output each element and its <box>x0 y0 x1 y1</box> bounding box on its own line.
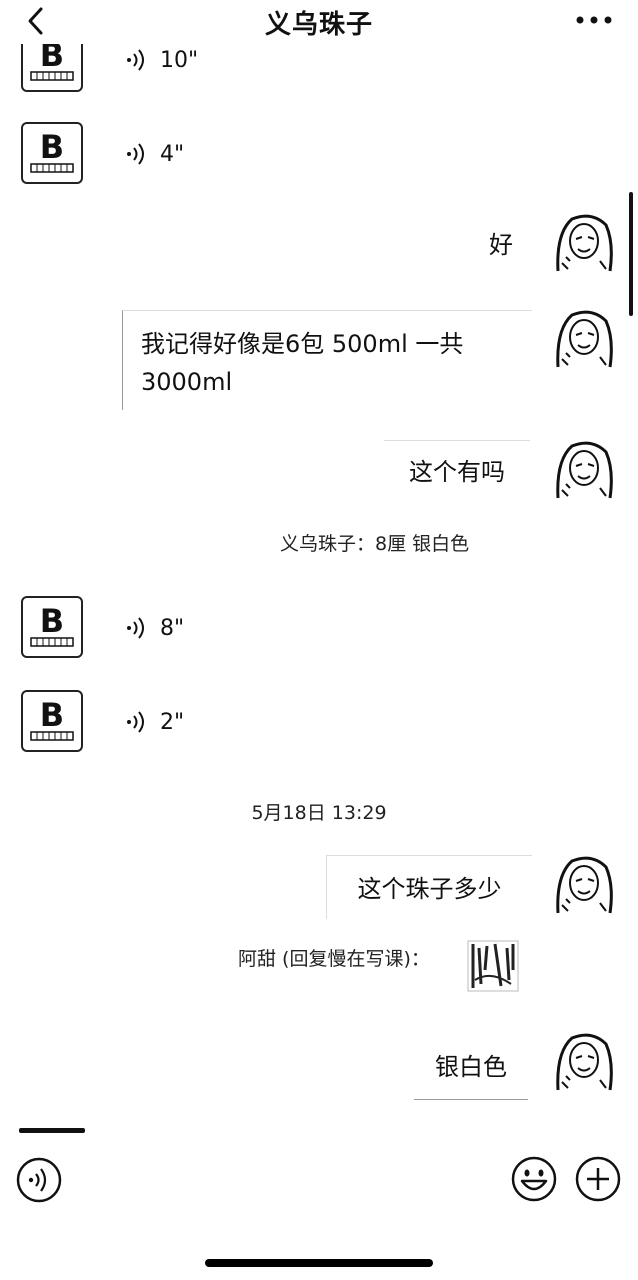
brand-logo-icon: B <box>30 602 74 647</box>
voice-wave-icon <box>127 143 144 165</box>
message-text-line: 我记得好像是6包 500ml 一共 <box>141 330 464 358</box>
user-photo-icon <box>552 440 614 502</box>
contact-avatar[interactable]: B <box>21 122 83 184</box>
voice-duration: 2" <box>160 709 185 735</box>
message-text: 银白色 <box>435 1053 507 1081</box>
svg-text:B: B <box>40 696 64 734</box>
message-bubble[interactable]: 我记得好像是6包 500ml 一共 3000ml <box>122 310 532 410</box>
voice-wave-icon <box>127 617 144 639</box>
voice-duration: 10" <box>160 47 199 73</box>
chat-header: 义乌珠子 <box>0 0 638 44</box>
scrollbar[interactable] <box>629 192 633 316</box>
user-photo-icon <box>552 1032 614 1094</box>
contact-avatar[interactable]: B <box>21 596 83 658</box>
voice-wave-icon <box>127 49 144 71</box>
user-avatar[interactable] <box>552 309 614 371</box>
brand-logo-icon: B <box>30 696 74 741</box>
voice-message[interactable]: 2" <box>126 707 184 737</box>
voice-message[interactable]: 10" <box>126 45 198 75</box>
user-avatar[interactable] <box>552 855 614 917</box>
chat-screen: 义乌珠子 B 10" B 4" 好 我记得好像是6包 500ml 一共 3000… <box>0 0 638 1280</box>
message-bubble[interactable]: 这个珠子多少 <box>326 855 532 919</box>
quoted-image-thumbnail[interactable] <box>467 940 519 992</box>
message-text: 这个有吗 <box>409 458 505 486</box>
contact-avatar[interactable]: B <box>21 690 83 752</box>
message-bubble[interactable]: 好 <box>470 226 532 266</box>
message-text: 好 <box>489 231 513 259</box>
message-text-line: 3000ml <box>141 368 233 396</box>
timestamp-label: 5月18日 13:29 <box>251 802 387 824</box>
more-dots-icon[interactable] <box>576 16 612 24</box>
voice-wave-icon <box>127 711 144 733</box>
quoted-reply[interactable]: 阿甜 (回复慢在写课)： <box>238 944 430 971</box>
voice-message[interactable]: 8" <box>126 613 184 643</box>
voice-input-icon[interactable] <box>16 1157 62 1203</box>
brand-logo-icon: B <box>30 128 74 173</box>
plus-icon[interactable] <box>575 1156 621 1202</box>
svg-text:B: B <box>40 602 64 640</box>
quoted-reply[interactable]: 义乌珠子：8厘 银白色 <box>280 529 469 556</box>
user-avatar[interactable] <box>552 213 614 275</box>
message-text: 这个珠子多少 <box>357 875 502 903</box>
voice-duration: 4" <box>160 141 185 167</box>
user-avatar[interactable] <box>552 1032 614 1094</box>
voice-duration: 8" <box>160 615 185 641</box>
home-indicator[interactable] <box>205 1259 433 1267</box>
user-avatar[interactable] <box>552 440 614 502</box>
user-photo-icon <box>552 213 614 275</box>
message-bubble[interactable]: 银白色 <box>414 1036 528 1100</box>
user-photo-icon <box>552 309 614 371</box>
emoji-icon[interactable] <box>510 1155 558 1203</box>
message-bubble[interactable]: 这个有吗 <box>384 440 530 502</box>
voice-message[interactable]: 4" <box>126 139 184 169</box>
svg-text:B: B <box>40 128 64 166</box>
input-bar-divider <box>19 1128 85 1133</box>
chat-title: 义乌珠子 <box>264 10 373 40</box>
user-photo-icon <box>552 855 614 917</box>
